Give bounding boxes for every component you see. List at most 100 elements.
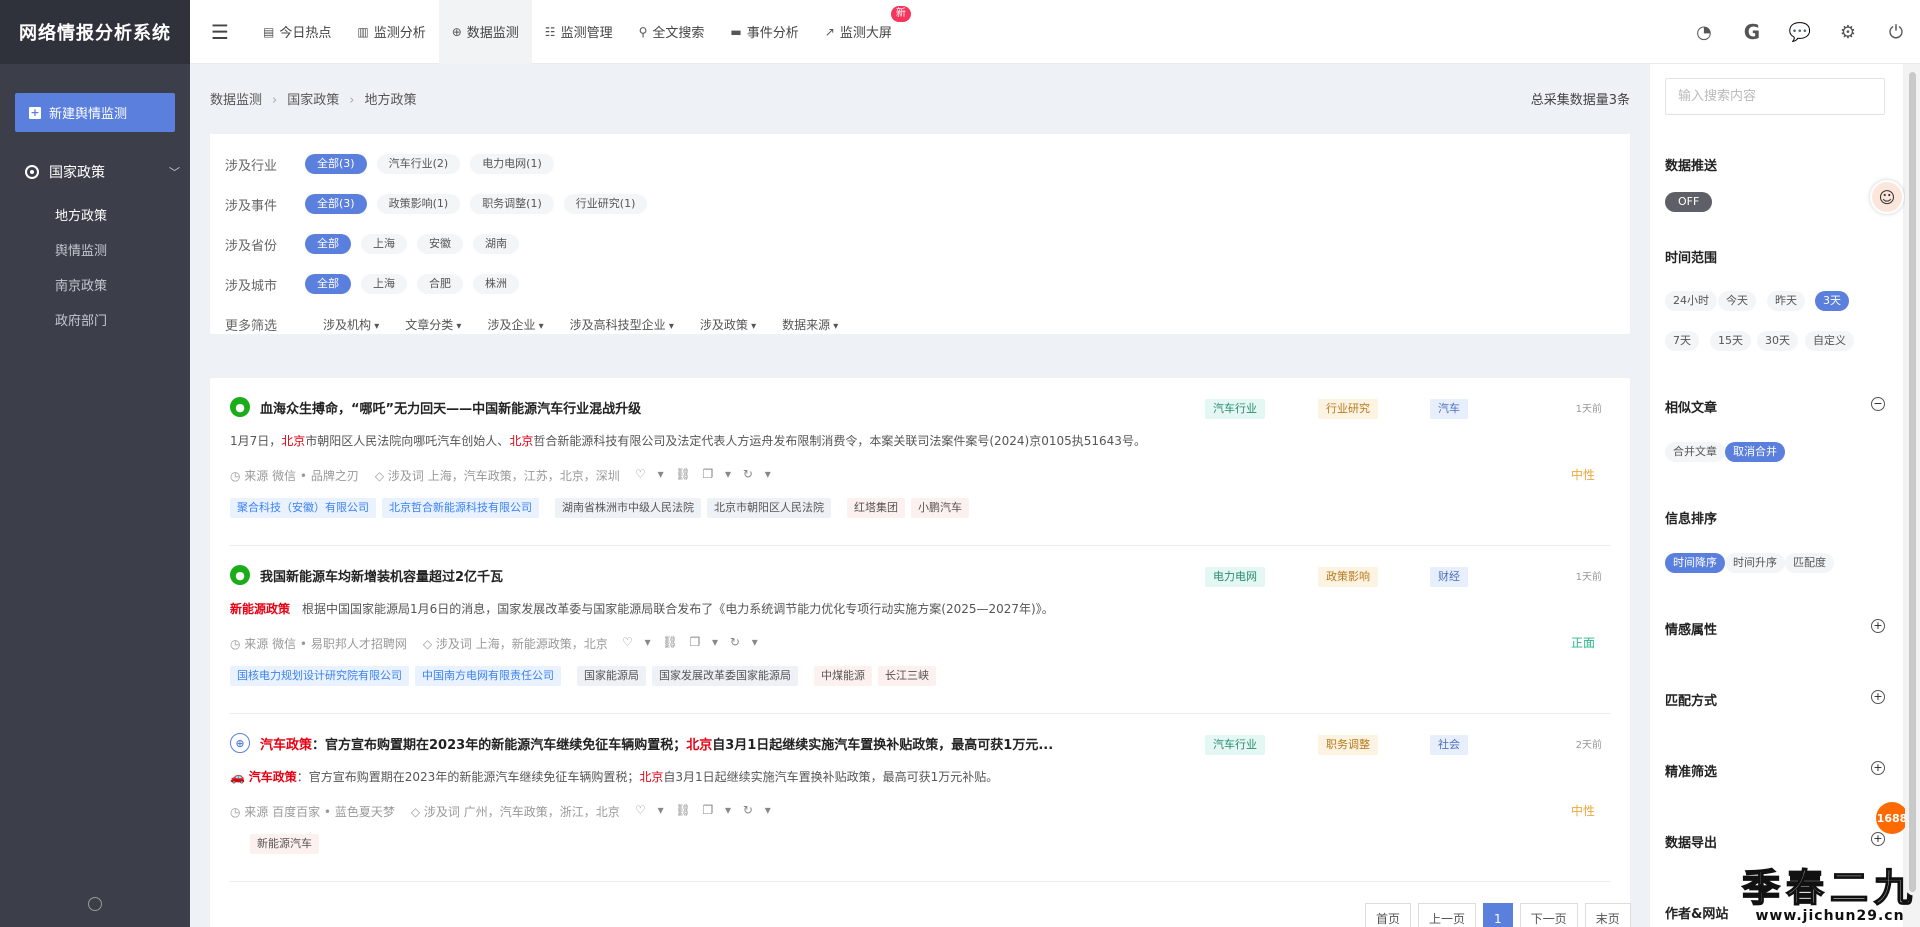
menu-toggle-icon[interactable]: ☰ [190,0,250,64]
article-title[interactable]: ● 血海众生搏命，“哪吒”无力回天——中国新能源汽车行业混战升级 [230,397,1160,417]
dropdown-hightech-company[interactable]: 涉及高科技型企业 [570,316,674,333]
last-page-button[interactable]: 末页 [1584,903,1631,927]
scrollbar-thumb[interactable] [1909,72,1916,892]
article-actions[interactable]: ♡ ▾ ⛓ ❐ ▾ ↻ ▾ [622,635,762,649]
power-icon[interactable]: ⏻ [1872,22,1920,43]
time-option[interactable]: 今天 [1718,291,1756,311]
collapse-icon[interactable] [88,897,102,911]
section-export[interactable]: 数据导出 + [1665,832,1885,851]
article-title[interactable]: ⊕ 汽车政策 ：官方宣布购置期在2023年的新能源汽车继续免征车辆购置税； 北京 自3月… [230,733,1160,753]
search-input[interactable] [1665,78,1885,115]
watermark-title: 季春二九 [1741,864,1919,911]
gear-icon[interactable]: ⚙ [1824,22,1872,43]
org-chip[interactable]: 北京市朝阳区人民法院 [707,498,831,518]
filter-tag[interactable]: 全部 [305,234,351,254]
assistant-avatar[interactable]: ☺ [1870,180,1904,214]
g-logo-icon[interactable]: G [1728,20,1776,44]
article-title[interactable]: ● 我国新能源车均新增装机容量超过2亿千瓦 [230,565,1160,585]
time-option[interactable]: 昨天 [1767,291,1805,311]
breadcrumb-item[interactable]: 国家政策 [287,93,339,108]
dropdown-data-source[interactable]: 数据来源 [782,316,838,333]
watermark-url: www.jichun29.cn [1755,908,1905,924]
time-option[interactable]: 3天 [1815,291,1849,311]
entity-chip[interactable]: 长江三峡 [878,666,936,686]
push-toggle[interactable]: OFF [1665,192,1713,212]
similar-option[interactable]: 合并文章 [1665,442,1725,462]
filter-tag[interactable]: 安徽 [417,234,463,254]
section-precise-filter[interactable]: 精准筛选 + [1665,761,1885,780]
filter-tag[interactable]: 全部(3) [305,194,367,214]
filter-tag[interactable]: 汽车行业(2) [376,154,461,174]
prev-page-button[interactable]: 上一页 [1418,903,1477,927]
filter-tag[interactable]: 电力电网(1) [470,154,554,174]
org-chip[interactable]: 国家发展改革委国家能源局 [652,666,798,686]
chat-icon[interactable]: 💬 [1776,22,1824,43]
article-actions[interactable]: ♡ ▾ ⛓ ❐ ▾ ↻ ▾ [635,803,775,817]
breadcrumb-item[interactable]: 数据监测 [210,93,262,108]
scrollbar[interactable] [1905,64,1920,927]
sidebar-item-government[interactable]: 政府部门 [55,310,107,329]
company-chip[interactable]: 国核电力规划设计研究院有限公司 [230,666,409,686]
minus-circle-icon[interactable]: − [1871,397,1885,411]
filter-tag[interactable]: 湖南 [473,234,519,254]
filter-label: 涉及城市 [225,278,278,294]
filter-tag[interactable]: 职务调整(1) [470,194,554,214]
filter-tag[interactable]: 上海 [361,274,407,294]
time-option[interactable]: 15天 [1710,331,1751,351]
entity-chip[interactable]: 新能源汽车 [250,834,319,854]
dropdown-organization[interactable]: 涉及机构 [323,316,379,333]
breadcrumb: 数据监测 › 国家政策 › 地方政策 [210,89,416,108]
entity-chip[interactable]: 中煤能源 [814,666,872,686]
sidebar-item-local-policy[interactable]: 地方政策 [55,205,107,224]
time-option[interactable]: 自定义 [1805,331,1854,351]
plus-circle-icon[interactable]: + [1871,761,1885,775]
section-sentiment[interactable]: 情感属性 + [1665,619,1885,638]
first-page-button[interactable]: 首页 [1365,903,1412,927]
nav-fulltext-search[interactable]: ⚲ 全文搜索 [626,0,718,64]
filter-tag[interactable]: 全部(3) [305,154,367,174]
section-similar[interactable]: 相似文章 − [1665,397,1885,416]
company-chip[interactable]: 聚合科技（安徽）有限公司 [230,498,376,518]
entity-chip[interactable]: 小鹏汽车 [911,498,969,518]
nav-monitor-analysis[interactable]: ▥ 监测分析 [344,0,438,64]
page-number-button[interactable]: 1 [1483,903,1513,927]
similar-option[interactable]: 取消合并 [1725,442,1785,462]
section-match-mode[interactable]: 匹配方式 + [1665,690,1885,709]
org-chip[interactable]: 国家能源局 [577,666,646,686]
time-option[interactable]: 7天 [1665,331,1699,351]
filter-tag[interactable]: 全部 [305,274,351,294]
next-page-button[interactable]: 下一页 [1519,903,1578,927]
company-chip[interactable]: 北京哲合新能源科技有限公司 [382,498,539,518]
sidebar-item-sentiment[interactable]: 舆情监测 [55,240,107,259]
time-option[interactable]: 30天 [1757,331,1798,351]
palette-icon[interactable]: ◔ [1680,22,1728,43]
nav-today-hot[interactable]: ▤ 今日热点 [250,0,344,64]
float-1688-badge[interactable]: 1688 [1876,802,1908,834]
dropdown-policy[interactable]: 涉及政策 [700,316,756,333]
nav-data-monitor[interactable]: ⊕ 数据监测 [438,0,532,64]
dropdown-article-category[interactable]: 文章分类 [405,316,461,333]
sidebar-item-nanjing[interactable]: 南京政策 [55,275,107,294]
sidebar-group-national-policy[interactable]: 国家政策 ﹀ [25,162,180,182]
dropdown-company[interactable]: 涉及企业 [487,316,543,333]
nav-event-analysis[interactable]: ▬ 事件分析 [717,0,811,64]
company-chip[interactable]: 中国南方电网有限责任公司 [415,666,561,686]
nav-monitor-manage[interactable]: ☷ 监测管理 [532,0,626,64]
filter-tag[interactable]: 政策影响(1) [376,194,461,214]
filter-tag[interactable]: 株洲 [473,274,519,294]
new-monitor-button[interactable]: + 新建舆情监测 [15,93,175,132]
article-actions[interactable]: ♡ ▾ ⛓ ❐ ▾ ↻ ▾ [635,467,775,481]
plus-circle-icon[interactable]: + [1871,832,1885,846]
filter-tag[interactable]: 合肥 [417,274,463,294]
entity-chip[interactable]: 红塔集团 [847,498,905,518]
filter-tag[interactable]: 上海 [361,234,407,254]
plus-circle-icon[interactable]: + [1871,619,1885,633]
sort-option[interactable]: 时间降序 [1665,553,1725,573]
plus-circle-icon[interactable]: + [1871,690,1885,704]
org-chip[interactable]: 湖南省株洲市中级人民法院 [555,498,701,518]
filter-tag[interactable]: 行业研究(1) [563,194,648,214]
sort-option[interactable]: 匹配度 [1785,553,1834,573]
nav-big-screen[interactable]: ↗ 监测大屏 新 [812,0,911,64]
time-option[interactable]: 24小时 [1665,291,1717,311]
sort-option[interactable]: 时间升序 [1725,553,1785,573]
